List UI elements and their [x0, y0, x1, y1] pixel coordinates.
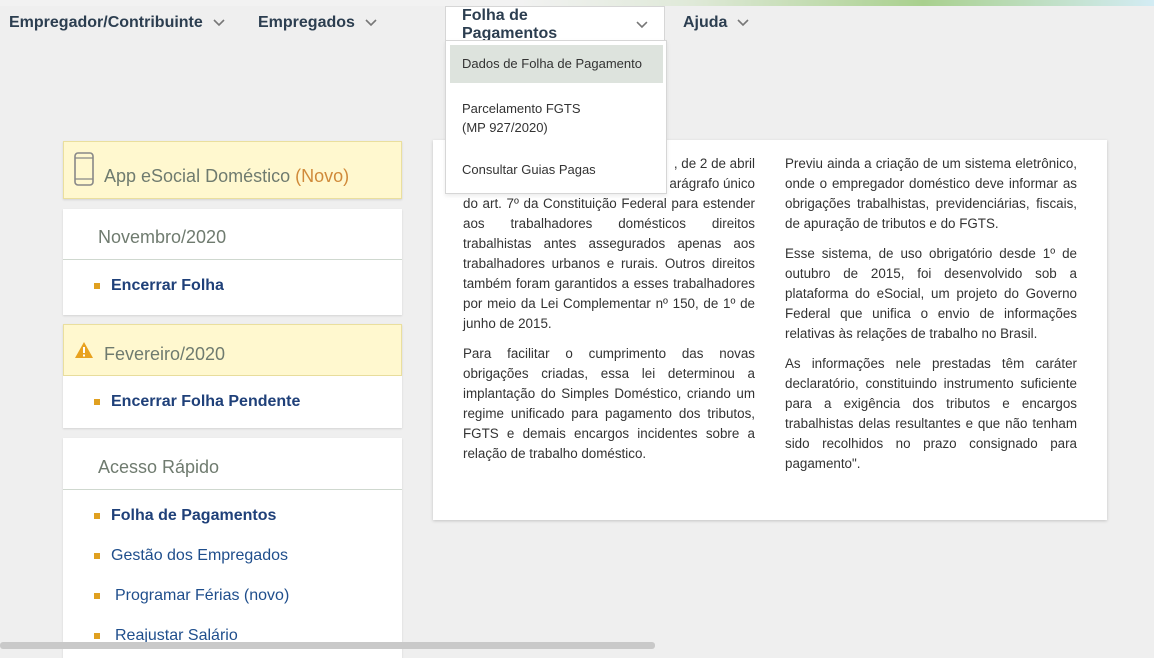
right-text-column: Previu ainda a criação de um sistema ele…: [785, 154, 1077, 484]
new-badge: (Novo): [295, 166, 350, 186]
menu-item-parcelamento-sublabel: (MP 927/2020): [462, 120, 548, 135]
menu-item-consultar-guias-label: Consultar Guias Pagas: [462, 162, 596, 177]
month-card: Novembro/2020 Encerrar Folha: [63, 209, 402, 315]
bullet-icon: [94, 633, 100, 639]
nav-empregados[interactable]: Empregados: [258, 14, 377, 32]
app-card-title: App eSocial Doméstico (Novo): [104, 166, 349, 187]
pending-card-body: Encerrar Folha Pendente: [63, 376, 402, 428]
encerrar-folha-link[interactable]: Encerrar Folha: [94, 277, 224, 295]
encerrar-folha-pendente-label: Encerrar Folha Pendente: [111, 393, 301, 410]
nav-empregador[interactable]: Empregador/Contribuinte: [9, 14, 225, 32]
bullet-icon: [94, 593, 100, 599]
main-nav: Empregador/Contribuinte Empregados Folha…: [0, 6, 1154, 43]
nav-folha-label: Folha de Pagamentos: [462, 7, 558, 42]
quick-link-label: Folha de Pagamentos: [111, 507, 277, 524]
nav-empregador-label: Empregador/Contribuinte: [9, 14, 203, 31]
paragraph: Previu ainda a criação de um sistema ele…: [785, 156, 1077, 231]
folha-dropdown-menu: Dados de Folha de Pagamento Parcelamento…: [445, 40, 667, 194]
chevron-down-icon: [365, 19, 377, 27]
quick-link-gestao-empregados[interactable]: Gestão dos Empregados: [94, 547, 288, 565]
chevron-down-icon: [737, 19, 750, 27]
paragraph: do art. 7º da Constituição Federal para …: [463, 196, 755, 331]
divider: [63, 489, 402, 490]
info-text-panel: , de 2 de abril arágrafo único do art. 7…: [433, 140, 1107, 520]
bullet-icon: [94, 553, 100, 559]
phone-icon: [74, 152, 94, 186]
encerrar-folha-label: Encerrar Folha: [111, 277, 224, 294]
app-esocial-card[interactable]: App eSocial Doméstico (Novo): [63, 141, 402, 199]
nav-empregados-label: Empregados: [258, 14, 355, 31]
left-text-column: , de 2 de abril arágrafo único do art. 7…: [463, 154, 755, 474]
warning-icon: [75, 342, 93, 358]
quick-access-title: Acesso Rápido: [98, 457, 220, 477]
paragraph: As informações nele prestadas têm caráte…: [785, 356, 1077, 471]
quick-link-label: Gestão dos Empregados: [111, 547, 288, 564]
app-card-title-text: App eSocial Doméstico: [104, 166, 291, 186]
pending-card-title: Fevereiro/2020: [104, 344, 226, 364]
bullet-icon: [94, 513, 100, 519]
nav-ajuda[interactable]: Ajuda: [683, 14, 750, 32]
menu-item-consultar-guias[interactable]: Consultar Guias Pagas: [450, 161, 663, 179]
menu-item-dados-folha[interactable]: Dados de Folha de Pagamento: [450, 45, 663, 83]
menu-item-parcelamento-fgts[interactable]: Parcelamento FGTS (MP 927/2020): [450, 99, 663, 137]
encerrar-folha-pendente-link[interactable]: Encerrar Folha Pendente: [94, 393, 300, 411]
nav-folha-pagamentos[interactable]: Folha de Pagamentos: [445, 6, 665, 43]
divider: [63, 259, 402, 260]
quick-link-programar-ferias[interactable]: Programar Férias (novo): [94, 587, 289, 605]
nav-ajuda-label: Ajuda: [683, 14, 728, 31]
quick-link-folha-pagamentos[interactable]: Folha de Pagamentos: [94, 507, 276, 525]
menu-item-dados-folha-label: Dados de Folha de Pagamento: [462, 56, 642, 71]
bullet-icon: [94, 283, 100, 289]
pending-month-card: Fevereiro/2020: [63, 324, 402, 376]
bullet-icon: [94, 399, 100, 405]
paragraph: Esse sistema, de uso obrigatório desde 1…: [785, 246, 1077, 341]
chevron-down-icon: [213, 19, 225, 27]
horizontal-scrollbar[interactable]: [0, 642, 655, 649]
quick-access-card: Acesso Rápido Folha de Pagamentos Gestão…: [63, 438, 402, 658]
quick-link-label: Programar Férias (novo): [115, 587, 290, 604]
chevron-down-icon: [636, 21, 648, 29]
paragraph: Para facilitar o cumprimento das novas o…: [463, 346, 755, 461]
menu-item-parcelamento-label: Parcelamento FGTS: [462, 101, 581, 116]
month-card-title: Novembro/2020: [98, 227, 227, 247]
